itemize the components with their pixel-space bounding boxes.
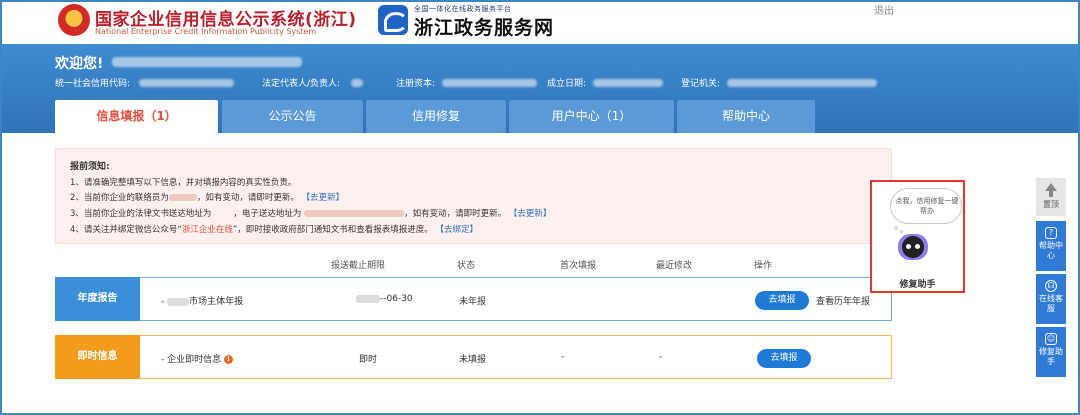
site-header: 国家企业信用信息公示系统(浙江) National Enterprise Cre… [0,0,1080,44]
row-category-instant-info: 即时信息 [55,335,140,379]
robot-eye-icon [915,244,920,249]
credit-code-redacted [139,79,234,87]
registration-authority-redacted [727,79,877,87]
arrow-up-icon [1045,183,1057,191]
capital-redacted [442,79,537,87]
notice-title: 报前须知: [70,162,110,172]
notice-line-2: 2、当前你企业的联络员为 ，如有变动，请即时更新。 【去更新】 [70,193,345,203]
column-header-last-modified: 最近修改 [656,261,693,271]
column-header-status: 状态 [457,261,476,271]
table-row: 年度报告 - 市场主体年报 --06-30 未年报 去填报 查看历年年报 [55,277,892,321]
update-address-link[interactable]: 【去更新】 [509,209,552,219]
update-liaison-link[interactable]: 【去更新】 [302,193,345,203]
row-item: - 企业即时信息 ! [161,352,233,365]
assistant-bubble-text: 点我，信用修复一键帮办 [895,197,959,215]
row-first-filing: - [561,352,565,362]
portal-title[interactable]: 浙江政务服务网 [414,13,554,40]
row-item: - 市场主体年报 [161,297,244,307]
help-doc-icon: ? [1045,227,1057,239]
column-header-deadline: 报送截止期限 [331,261,386,271]
assistant-speech-bubble[interactable]: 点我，信用修复一键帮办 [890,188,962,224]
column-header-action: 操作 [754,261,773,271]
tab-help-center[interactable]: 帮助中心 [677,100,815,133]
online-service-button[interactable]: ☊ 在线客服 [1036,274,1066,324]
fill-annual-report-button[interactable]: 去填报 [755,291,809,310]
row-last-modified: - [659,352,663,362]
credit-code-label: 统一社会信用代码: [55,79,131,89]
system-subtitle: National Enterprise Credit Information P… [95,27,317,36]
established-date-label: 成立日期: [547,79,587,89]
tab-info-filing[interactable]: 信息填报（1） [55,100,218,133]
back-to-top-button[interactable]: 置顶 [1036,178,1066,216]
e-address-redacted [304,210,405,217]
bubble-dot-icon [894,226,898,230]
registration-authority-label: 登记机关: [681,79,721,89]
established-date-redacted [593,79,663,87]
help-center-button[interactable]: ? 帮助中心 [1036,221,1066,271]
view-past-reports-link[interactable]: 查看历年年报 [816,294,870,307]
notice-line-1: 1、请准确完整填写以下信息，并对填报内容的真实性负责。 [70,178,297,188]
status-badge: 未年报 [459,297,487,307]
robot-assistant-icon[interactable] [898,234,928,260]
zhejiang-portal-logo-icon[interactable] [378,5,408,35]
national-emblem-icon [58,4,90,36]
repair-assistant-button[interactable]: ☺ 修复助手 [1036,327,1066,377]
legal-rep-label: 法定代表人/负责人: [262,79,341,89]
year-redacted [167,297,190,306]
bind-wechat-link[interactable]: 【去绑定】 [435,225,478,235]
capital-label: 注册资本: [396,79,436,89]
liaison-redacted [168,194,197,201]
robot-icon: ☺ [1045,333,1057,345]
bubble-dot-icon [900,230,903,233]
row-deadline: --06-30 [356,294,413,304]
notice-line-3: 3、当前你企业的法律文书送达地址为 ，电子送达地址为 ，如有变动，请即时更新。 【… [70,209,552,219]
repair-assistant-popup[interactable]: 点我，信用修复一键帮办 修复助手 [870,180,965,293]
status-badge: 未填报 [459,355,487,365]
notice-line-4: 4、请关注并绑定微信公众号“浙江企业在线”，即时接收政府部门通知文书和查看报表填… [70,225,478,235]
fill-instant-info-button[interactable]: 去填报 [757,349,811,368]
row-deadline: 即时 [359,355,378,365]
user-info-band: 欢迎您! 统一社会信用代码: 法定代表人/负责人: 注册资本: 成立日期: 登记… [0,44,1080,133]
tab-public-notice[interactable]: 公示公告 [222,100,363,133]
row-category-annual-report: 年度报告 [55,277,140,321]
logout-link[interactable]: 退出 [874,2,894,17]
back-to-top-label: 置顶 [1043,200,1059,209]
tab-credit-repair[interactable]: 信用修复 [366,100,506,133]
legal-rep-redacted [351,79,363,87]
welcome-text: 欢迎您! [55,56,104,72]
robot-eye-icon [906,244,911,249]
assistant-label: 修复助手 [899,280,936,290]
warning-icon: ! [224,355,233,364]
tab-user-center[interactable]: 用户中心（1） [509,100,674,133]
filing-notice: 报前须知: 1、请准确完整填写以下信息，并对填报内容的真实性负责。 2、当前你企… [55,148,892,244]
deadline-year-redacted [356,294,380,303]
table-row: 即时信息 - 企业即时信息 ! 即时 未填报 - - 去填报 [55,335,892,379]
column-header-first-filing: 首次填报 [560,261,597,271]
headset-icon: ☊ [1045,280,1057,292]
company-name-redacted [112,57,302,67]
company-info-row: 统一社会信用代码: 法定代表人/负责人: 注册资本: 成立日期: 登记机关: [55,76,1055,90]
